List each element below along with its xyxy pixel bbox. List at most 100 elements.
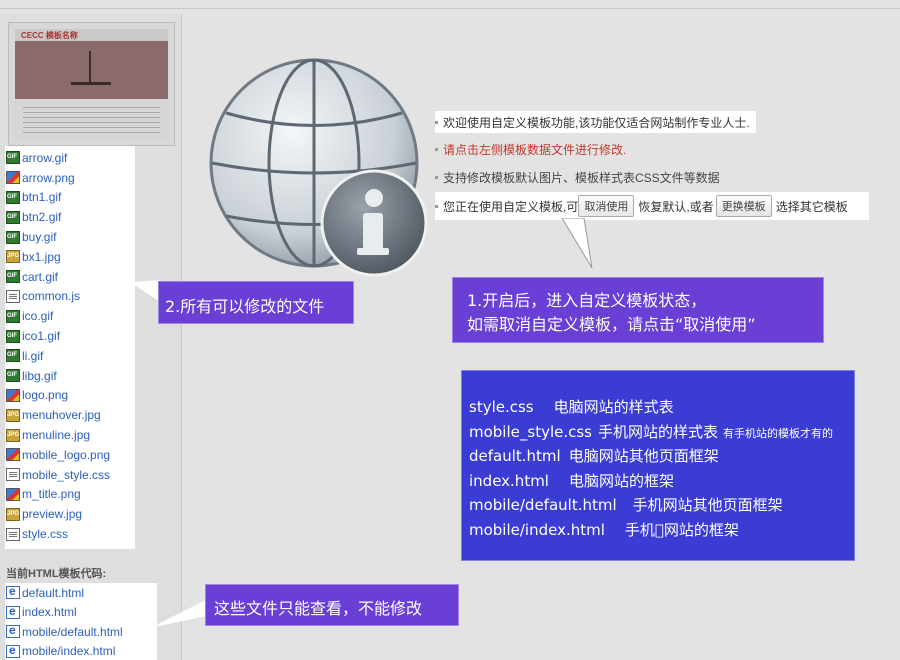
file-item[interactable]: style.css	[5, 524, 135, 544]
code-file-item[interactable]: index.html	[5, 603, 157, 623]
thumbnail-logo: CECC 模板名称	[21, 31, 78, 40]
html-file-icon	[6, 604, 20, 619]
callout-text: 2.所有可以修改的文件	[165, 297, 325, 316]
code-file-item[interactable]: default.html	[5, 583, 157, 603]
status-middle-text: 恢复默认,或者	[638, 199, 714, 214]
gif-file-icon	[6, 369, 20, 383]
callout-pointer	[150, 600, 206, 628]
thumbnail-screen: CECC 模板名称	[15, 29, 168, 141]
file-item[interactable]: m_title.png	[5, 485, 135, 505]
info-text: 支持修改模板默认图片、模板样式表CSS文件等数据	[443, 170, 720, 185]
code-file-name: mobile/index.html	[22, 644, 116, 659]
file-item[interactable]: arrow.png	[5, 168, 135, 188]
legend-file: mobile/default.html	[469, 496, 617, 514]
legend-file: mobile_style.css	[469, 422, 592, 441]
file-name: li.gif	[22, 348, 44, 363]
bullet	[435, 175, 438, 179]
info-status-line: 您正在使用自定义模板,可 取消使用 恢复默认,或者 更换模板 选择其它模板	[435, 192, 869, 220]
file-item[interactable]: mobile_style.css	[5, 465, 135, 485]
gif-file-icon	[6, 151, 20, 165]
status-suffix-text: 选择其它模板	[775, 199, 848, 214]
jpg-file-icon	[6, 408, 20, 422]
code-file-item[interactable]: mobile/default.html	[5, 622, 157, 642]
file-name: mobile_style.css	[22, 467, 111, 482]
file-name: style.css	[22, 527, 69, 542]
file-item[interactable]: menuhover.jpg	[5, 405, 135, 425]
file-item[interactable]: btn1.gif	[5, 188, 135, 208]
legend-file: index.html	[469, 471, 549, 490]
png-file-icon	[6, 171, 20, 185]
png-file-icon	[6, 448, 20, 462]
file-item[interactable]: common.js	[5, 287, 135, 307]
file-name: common.js	[22, 289, 81, 304]
js-file-icon	[6, 289, 20, 303]
code-file-item[interactable]: mobile/index.html	[5, 642, 157, 660]
file-item[interactable]: bx1.jpg	[5, 247, 135, 267]
file-item[interactable]: preview.jpg	[5, 504, 135, 524]
callout-pointer	[561, 218, 593, 269]
callout-text: 这些文件只能查看，不能修改	[214, 599, 423, 618]
editable-files-callout: 2.所有可以修改的文件	[158, 281, 354, 324]
callout-text: 1.开启后，进入自定义模板状态，	[467, 291, 707, 310]
status-prefix-text: 您正在使用自定义模板,可	[443, 199, 579, 214]
file-item[interactable]: ico1.gif	[5, 326, 135, 346]
gif-file-icon	[6, 230, 20, 244]
legend-note: 有手机站的模板才有的	[723, 426, 834, 440]
view-only-files-callout: 这些文件只能查看，不能修改	[205, 584, 459, 626]
ship-image	[71, 51, 111, 85]
gif-file-icon	[6, 210, 20, 224]
file-item[interactable]: ico.gif	[5, 306, 135, 326]
file-name: cart.gif	[22, 269, 59, 284]
bullet	[435, 120, 438, 124]
html-file-icon	[6, 584, 20, 600]
top-divider	[0, 8, 900, 9]
jpg-file-icon	[6, 428, 20, 442]
file-item[interactable]: logo.png	[5, 386, 135, 406]
legend-desc: 手机 网站的框架	[624, 520, 739, 539]
cancel-custom-template-button[interactable]: 取消使用	[578, 195, 635, 217]
gif-file-icon	[6, 190, 20, 204]
legend-row: mobile/index.html 手机 网站的框架	[469, 519, 854, 544]
file-name: preview.jpg	[22, 507, 83, 522]
change-template-button[interactable]: 更换模板	[715, 195, 772, 217]
file-name: btn1.gif	[22, 190, 62, 205]
jpg-file-icon	[6, 250, 20, 264]
file-item[interactable]: li.gif	[5, 346, 135, 366]
file-name: ico.gif	[22, 309, 54, 324]
html-file-icon	[6, 643, 20, 658]
info-welcome-text: 欢迎使用自定义模板功能,该功能仅适合网站制作专业人士.	[435, 111, 756, 133]
legend-desc: 手机网站的样式表	[598, 422, 719, 441]
legend-desc: 手机网站其他页面框架	[632, 496, 783, 514]
file-name: arrow.png	[22, 170, 75, 185]
template-preview-thumbnail[interactable]: CECC 模板名称	[8, 22, 175, 146]
info-text: 欢迎使用自定义模板功能,该功能仅适合网站制作专业人士.	[443, 115, 750, 130]
file-item[interactable]: cart.gif	[5, 267, 135, 287]
file-name: bx1.jpg	[22, 249, 61, 264]
file-item[interactable]: mobile_logo.png	[5, 445, 135, 465]
file-name: menuhover.jpg	[22, 408, 101, 423]
file-item[interactable]: menuline.jpg	[5, 425, 135, 445]
html-code-heading: 当前HTML模板代码:	[6, 568, 107, 580]
file-name: libg.gif	[22, 368, 57, 383]
thumbnail-text-lines	[23, 107, 160, 135]
bullet	[435, 204, 438, 208]
file-name: arrow.gif	[22, 150, 68, 165]
file-name: logo.png	[22, 388, 69, 403]
editable-file-list: arrow.gif arrow.png btn1.gif btn2.gif bu…	[5, 146, 135, 549]
gif-file-icon	[6, 309, 20, 323]
enable-custom-template-callout: 1.开启后，进入自定义模板状态， 如需取消自定义模板，请点击“取消使用”	[452, 277, 824, 343]
legend-file: mobile/index.html	[469, 520, 605, 539]
file-item[interactable]: arrow.gif	[5, 148, 135, 168]
file-item[interactable]: libg.gif	[5, 366, 135, 386]
legend-desc: 电脑网站的框架	[568, 471, 674, 490]
file-name: buy.gif	[22, 230, 57, 245]
file-item[interactable]: btn2.gif	[5, 207, 135, 227]
css-file-icon	[6, 468, 20, 482]
gif-file-icon	[6, 349, 20, 363]
file-name: mobile_logo.png	[22, 447, 111, 462]
legend-row: mobile/default.html 手机网站其他页面框架	[469, 494, 854, 519]
file-description-legend: style.css 电脑网站的样式表 mobile_style.css 手机网站的样…	[461, 370, 855, 561]
legend-row: default.html 电脑网站其他页面框架	[469, 445, 854, 470]
info-instruction-text: 请点击左侧模板数据文件进行修改.	[435, 138, 626, 160]
file-item[interactable]: buy.gif	[5, 227, 135, 247]
